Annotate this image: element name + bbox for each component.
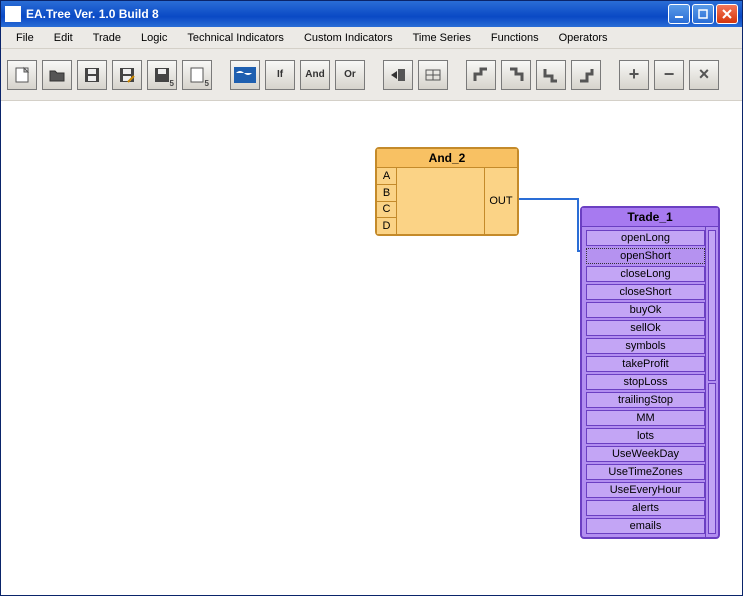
trade-port-useeveryhour[interactable]: UseEveryHour: [586, 482, 705, 498]
trade-port-stoploss[interactable]: stopLoss: [586, 374, 705, 390]
trade-port-openshort[interactable]: openShort: [586, 248, 705, 264]
maximize-button[interactable]: [692, 4, 714, 24]
new-icon[interactable]: [7, 60, 37, 90]
and-input-b[interactable]: B: [377, 185, 396, 202]
window-buttons: [668, 4, 738, 24]
trade-port-closeshort[interactable]: closeShort: [586, 284, 705, 300]
menu-custom-indicators[interactable]: Custom Indicators: [295, 29, 402, 47]
trade-port-usetimezones[interactable]: UseTimeZones: [586, 464, 705, 480]
save-edit-icon[interactable]: [112, 60, 142, 90]
node-and-inputs: ABCD: [377, 168, 397, 234]
or-icon[interactable]: Or: [335, 60, 365, 90]
trade-port-lots[interactable]: lots: [586, 428, 705, 444]
node-trade[interactable]: Trade_1 openLong openShort closeLong closeS…: [580, 206, 720, 539]
export5a-icon[interactable]: 5: [147, 60, 177, 90]
if-icon[interactable]: If: [265, 60, 295, 90]
titlebar: EA.Tree Ver. 1.0 Build 8: [1, 1, 742, 27]
step-b-icon[interactable]: [501, 60, 531, 90]
node-trade-title: Trade_1: [582, 208, 718, 227]
menubar: FileEditTradeLogicTechnical IndicatorsCu…: [1, 27, 742, 49]
step-d-icon[interactable]: [571, 60, 601, 90]
step-a-icon[interactable]: [466, 60, 496, 90]
minimize-button[interactable]: [668, 4, 690, 24]
menu-operators[interactable]: Operators: [550, 29, 617, 47]
close-button[interactable]: [716, 4, 738, 24]
arrow-in-icon[interactable]: [383, 60, 413, 90]
open-icon[interactable]: [42, 60, 72, 90]
node-and[interactable]: And_2 ABCD OUT: [375, 147, 519, 236]
trade-port-closelong[interactable]: closeLong: [586, 266, 705, 282]
trade-port-useweekday[interactable]: UseWeekDay: [586, 446, 705, 462]
and-input-a[interactable]: A: [377, 168, 396, 185]
and-icon[interactable]: And: [300, 60, 330, 90]
and-input-c[interactable]: C: [377, 202, 396, 219]
node-trade-ports: openLong openShort closeLong closeShort buyO…: [582, 227, 705, 537]
menu-time-series[interactable]: Time Series: [404, 29, 480, 47]
node-and-body: [397, 168, 485, 234]
trade-port-alerts[interactable]: alerts: [586, 500, 705, 516]
trade-port-openlong[interactable]: openLong: [586, 230, 705, 246]
trade-port-mm[interactable]: MM: [586, 410, 705, 426]
menu-trade[interactable]: Trade: [84, 29, 130, 47]
minus-icon[interactable]: −: [654, 60, 684, 90]
app-icon: [5, 6, 21, 22]
wire-segment: [577, 198, 579, 250]
plus-icon[interactable]: +: [619, 60, 649, 90]
node-trade-outport[interactable]: [708, 230, 716, 381]
panel-icon[interactable]: [418, 60, 448, 90]
and-input-d[interactable]: D: [377, 218, 396, 234]
trade-port-trailingstop[interactable]: trailingStop: [586, 392, 705, 408]
menu-edit[interactable]: Edit: [45, 29, 82, 47]
trade-port-sellok[interactable]: sellOk: [586, 320, 705, 336]
node-trade-outport[interactable]: [708, 383, 716, 534]
menu-file[interactable]: File: [7, 29, 43, 47]
wire-segment: [519, 198, 579, 200]
node-and-title: And_2: [377, 149, 517, 168]
trade-port-emails[interactable]: emails: [586, 518, 705, 534]
menu-technical-indicators[interactable]: Technical Indicators: [178, 29, 293, 47]
world-icon[interactable]: [230, 60, 260, 90]
window-title: EA.Tree Ver. 1.0 Build 8: [26, 7, 668, 21]
node-trade-outcol: [705, 227, 718, 537]
save-icon[interactable]: [77, 60, 107, 90]
step-c-icon[interactable]: [536, 60, 566, 90]
trade-port-symbols[interactable]: symbols: [586, 338, 705, 354]
export5b-icon[interactable]: 5: [182, 60, 212, 90]
node-and-out[interactable]: OUT: [485, 168, 517, 234]
trade-port-takeprofit[interactable]: takeProfit: [586, 356, 705, 372]
close-action-icon[interactable]: ×: [689, 60, 719, 90]
menu-functions[interactable]: Functions: [482, 29, 548, 47]
menu-logic[interactable]: Logic: [132, 29, 176, 47]
canvas[interactable]: And_2 ABCD OUT Trade_1 openLong openShort…: [1, 101, 742, 595]
toolbar: 55 IfAndOr +−×: [1, 49, 742, 101]
trade-port-buyok[interactable]: buyOk: [586, 302, 705, 318]
